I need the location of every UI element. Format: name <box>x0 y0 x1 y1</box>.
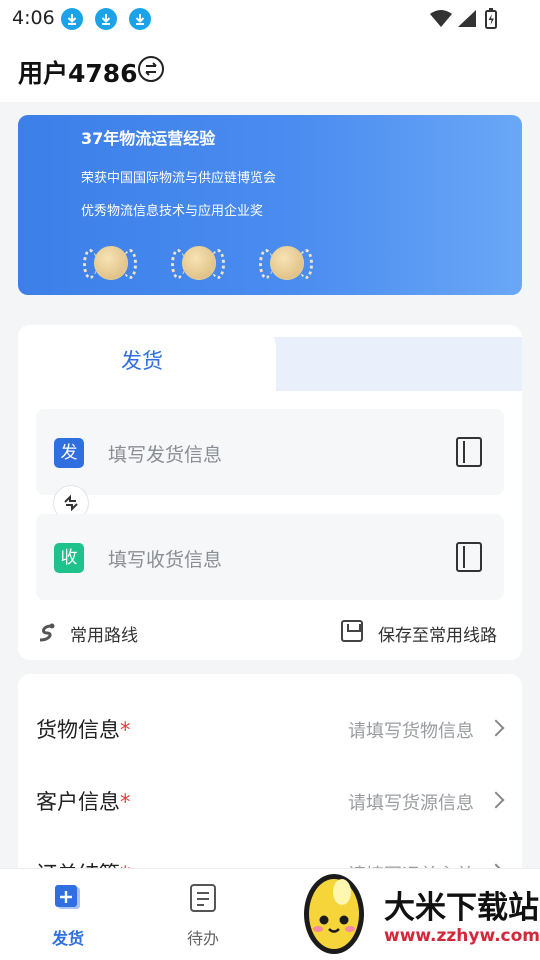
required-mark: * <box>120 790 131 814</box>
chevron-right-icon <box>487 791 505 809</box>
nav-item-ship[interactable]: 发货 <box>28 883 108 949</box>
download-icon <box>95 8 117 30</box>
chevron-right-icon <box>487 719 505 737</box>
wifi-icon <box>430 10 452 27</box>
save-route-link[interactable]: 保存至常用线路 <box>378 621 497 646</box>
status-icons <box>430 8 497 29</box>
sender-address-row[interactable]: 发 填写发货信息 <box>36 409 504 495</box>
site-watermark: 大米下载站 www.zzhyw.com <box>292 862 540 960</box>
tab-ship-label: 发货 <box>121 349 163 373</box>
address-book-icon[interactable] <box>456 542 482 572</box>
info-label: 货物信息* <box>36 718 131 742</box>
banner-line-1: 荣获中国国际物流与供应链博览会 <box>81 171 277 186</box>
todo-tab-icon <box>190 884 216 912</box>
sender-placeholder: 填写发货信息 <box>108 444 223 466</box>
user-name: 用户4786 <box>18 59 138 88</box>
address-book-icon[interactable] <box>456 437 482 467</box>
shipping-card: 发货 发 填写发货信息 收 填写收货信息 常用路线 保存至常用线路 <box>18 325 522 660</box>
banner-title: 37年物流运营经验 <box>81 129 216 148</box>
info-value: 请填写货源信息 <box>348 793 474 814</box>
app-header: 用户4786 <box>0 36 540 102</box>
status-time: 4:06 <box>12 7 55 29</box>
banner-line-2: 优秀物流信息技术与应用企业奖 <box>81 204 264 219</box>
mascot-logo <box>304 874 364 954</box>
promo-banner[interactable]: 37年物流运营经验 荣获中国国际物流与供应链博览会 优秀物流信息技术与应用企业奖 <box>18 115 522 295</box>
common-routes-link[interactable]: 常用路线 <box>70 621 138 646</box>
sender-badge: 发 <box>54 438 84 468</box>
nav-label: 发货 <box>51 929 84 948</box>
award-medal-icon <box>81 243 139 287</box>
ship-tab-icon <box>55 885 80 909</box>
tab-strip <box>258 337 522 391</box>
signal-icon <box>458 10 476 27</box>
download-icon <box>129 8 151 30</box>
cargo-info-row[interactable]: 货物信息* 请填写货物信息 <box>18 692 522 764</box>
watermark-brand: 大米下载站 <box>384 890 539 926</box>
info-value: 请填写货物信息 <box>348 721 474 742</box>
customer-info-row[interactable]: 客户信息* 请填写货源信息 <box>18 764 522 836</box>
receiver-badge: 收 <box>54 543 84 573</box>
nav-item-todo[interactable]: 待办 <box>163 883 243 949</box>
route-icon <box>39 623 55 642</box>
status-bar: 4:06 <box>0 0 540 36</box>
receiver-placeholder: 填写收货信息 <box>108 549 223 571</box>
receiver-address-row[interactable]: 收 填写收货信息 <box>36 514 504 600</box>
watermark-url: www.zzhyw.com <box>384 926 540 946</box>
save-icon <box>341 620 363 642</box>
download-icon <box>61 8 83 30</box>
tab-ship[interactable]: 发货 <box>18 325 276 391</box>
award-medal-icon <box>257 243 315 287</box>
info-label: 客户信息* <box>36 790 131 814</box>
nav-label: 待办 <box>186 929 219 948</box>
required-mark: * <box>120 718 131 742</box>
award-medal-icon <box>169 243 227 287</box>
switch-account-icon[interactable] <box>138 56 164 82</box>
